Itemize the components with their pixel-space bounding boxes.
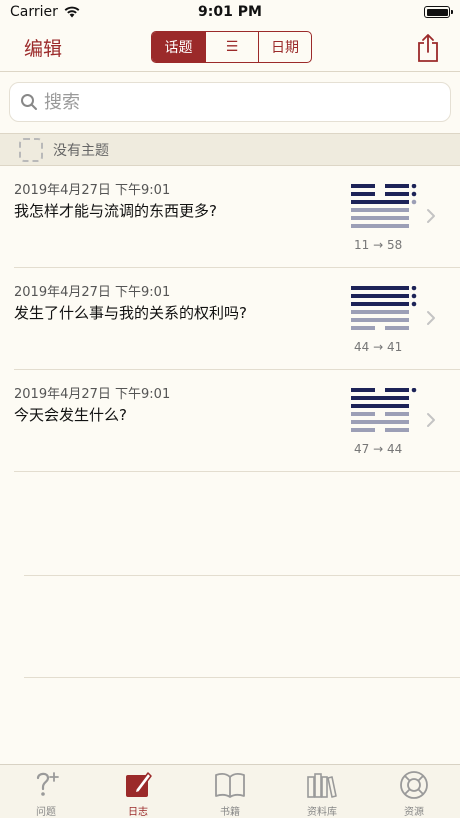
list-item[interactable]: 2019年4月27日 下午9:01 我怎样才能与流调的东西更多? 11 → 58 <box>0 166 460 268</box>
hexagram-icon <box>351 388 417 432</box>
tab-label: 资料库 <box>307 807 337 818</box>
entry-question: 我怎样才能与流调的东西更多? <box>14 202 217 220</box>
chevron-right-icon <box>427 311 435 325</box>
carrier-label: Carrier <box>10 4 58 20</box>
chevron-right-icon <box>427 413 435 427</box>
tab-resources[interactable]: 资源 <box>368 765 460 818</box>
section-header[interactable]: 没有主题 <box>0 134 460 166</box>
tab-label: 日志 <box>128 807 148 818</box>
hexagram-transition: 11 → 58 <box>354 238 403 252</box>
lifebuoy-icon <box>400 771 428 799</box>
entry-date: 2019年4月27日 下午9:01 <box>14 285 171 300</box>
search-input[interactable] <box>44 91 424 113</box>
empty-row-divider <box>24 575 460 576</box>
section-title: 没有主题 <box>53 142 109 159</box>
nav-bar: 编辑 话题 ☰ 日期 <box>0 24 460 72</box>
search-area <box>0 72 460 134</box>
segment-topics[interactable]: 话题 <box>152 32 205 62</box>
entry-date: 2019年4月27日 下午9:01 <box>14 183 171 198</box>
tab-journal[interactable]: 日志 <box>92 765 184 818</box>
entry-list: 2019年4月27日 下午9:01 我怎样才能与流调的东西更多? 11 → 58… <box>0 166 460 472</box>
tab-label: 资源 <box>404 807 424 818</box>
battery-icon <box>424 6 453 18</box>
list-item[interactable]: 2019年4月27日 下午9:01 今天会发生什么? 47 → 44 <box>0 370 460 472</box>
view-segmented-control: 话题 ☰ 日期 <box>151 31 312 63</box>
empty-row-divider <box>24 677 460 678</box>
segment-list[interactable]: ☰ <box>205 32 258 62</box>
hexagram-icon <box>351 184 417 228</box>
book-icon <box>215 773 245 798</box>
tab-label: 问题 <box>36 807 56 818</box>
tab-library[interactable]: 资料库 <box>276 765 368 818</box>
search-box[interactable] <box>9 82 451 122</box>
tab-bar: 问题 日志 书籍 资料库 资源 <box>0 764 460 818</box>
hexagram-transition: 47 → 44 <box>354 442 403 456</box>
entry-date: 2019年4月27日 下午9:01 <box>14 387 171 402</box>
search-icon <box>21 94 37 110</box>
hexagram-transition: 44 → 41 <box>354 340 403 354</box>
topic-placeholder-icon <box>19 137 43 162</box>
hexagram-icon <box>351 286 417 330</box>
chevron-right-icon <box>427 209 435 223</box>
segment-date[interactable]: 日期 <box>258 32 311 62</box>
entry-question: 今天会发生什么? <box>14 406 127 424</box>
share-icon[interactable] <box>416 33 440 63</box>
tab-books[interactable]: 书籍 <box>184 765 276 818</box>
wifi-icon <box>64 6 80 18</box>
status-bar: Carrier 9:01 PM <box>0 0 460 24</box>
entry-question: 发生了什么事与我的关系的权利吗? <box>14 304 247 322</box>
status-left: Carrier <box>10 4 80 20</box>
tab-questions[interactable]: 问题 <box>0 765 92 818</box>
edit-button[interactable]: 编辑 <box>24 34 62 61</box>
journal-icon <box>126 772 152 797</box>
question-icon <box>36 772 59 796</box>
list-item[interactable]: 2019年4月27日 下午9:01 发生了什么事与我的关系的权利吗? 44 → … <box>0 268 460 370</box>
library-icon <box>307 773 337 798</box>
tab-label: 书籍 <box>220 807 240 818</box>
